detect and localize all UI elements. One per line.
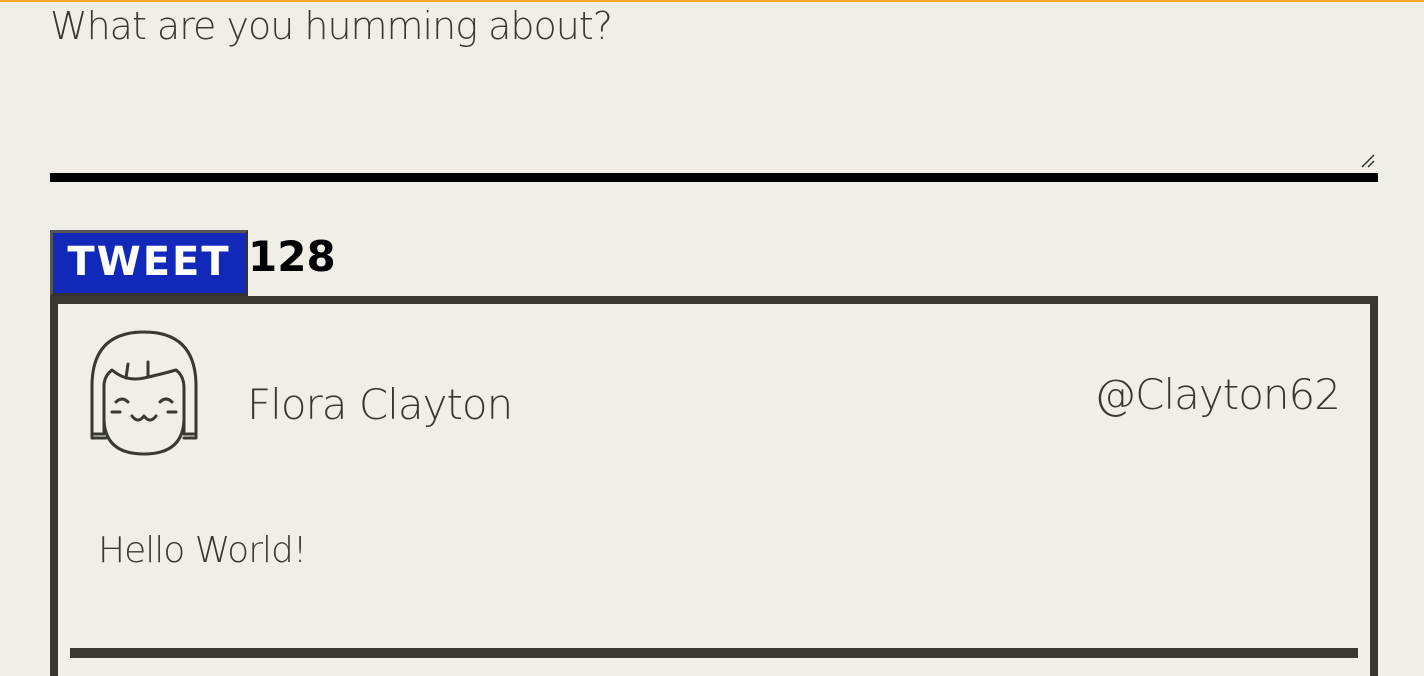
user-handle[interactable]: @Clayton62 [1094, 370, 1341, 419]
tweet-composer [50, 0, 1378, 182]
remaining-character-count: 128 [248, 232, 336, 281]
resize-grip-icon[interactable] [1360, 153, 1376, 169]
tweet-button[interactable]: TWEET [50, 230, 248, 296]
user-display-name[interactable]: Flora Clayton [247, 380, 513, 429]
avatar[interactable] [86, 326, 202, 458]
card-divider [70, 648, 1358, 658]
tweet-body-text: Hello World! [98, 530, 307, 571]
tweet-composer-input[interactable] [50, 4, 1378, 164]
girl-face-icon [90, 330, 198, 456]
tweet-card: Flora Clayton @Clayton62 Hello World! [50, 296, 1378, 676]
